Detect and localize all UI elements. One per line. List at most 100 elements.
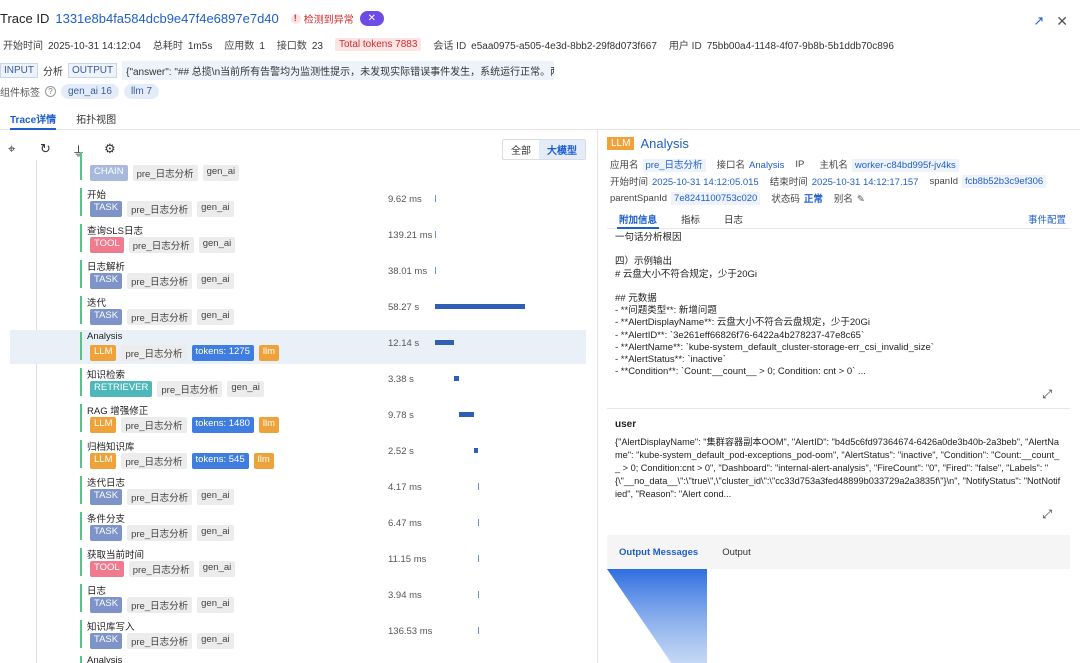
span-name: RAG 增强修正 <box>87 406 149 417</box>
span-name: 迭代 <box>87 298 107 309</box>
edit-pencil-icon[interactable]: ✎ <box>857 194 865 205</box>
span-row[interactable]: RAG 增强修正 LLM pre_日志分析 tokens: 1480 llm 9.78 s <box>10 402 586 436</box>
input-text[interactable]: 分析 <box>43 63 63 78</box>
output-text[interactable]: {"answer": "## 总揽\n当前所有告警均为监测性提示，未发现实际错误… <box>122 61 555 80</box>
meta-session: 会话 ID e5aa0975-a505-4e3d-8bb2-29f8d073f66… <box>433 41 657 52</box>
trace-header: Trace ID 1331e8b4fa584dcb9e47f4e6897e7d4… <box>0 0 1080 130</box>
tab-output-messages[interactable]: Output Messages <box>607 547 710 558</box>
span-duration: 3.94 ms <box>388 590 422 601</box>
open-external-icon[interactable]: ↗ <box>1033 13 1044 30</box>
span-row[interactable]: 知识库写入 TASK pre_日志分析 gen_ai 136.53 ms <box>10 618 586 652</box>
span-row[interactable]: 条件分支 TASK pre_日志分析 gen_ai 6.47 ms <box>10 510 586 544</box>
help-icon[interactable]: ? <box>45 86 56 97</box>
span-id-value[interactable]: fcb8b52b3c9ef306 <box>962 174 1047 188</box>
user-message-panel: user {"AlertDisplayName": "集群容器副本OOM", "… <box>607 419 1070 527</box>
close-icon[interactable]: ✕ <box>1056 13 1068 30</box>
span-tag: gen_ai <box>197 525 234 541</box>
span-duration: 6.47 ms <box>388 518 422 529</box>
ai-diagnose-icon[interactable]: ✕ <box>359 11 384 26</box>
span-tag: pre_日志分析 <box>132 165 198 181</box>
span-duration: 3.38 s <box>388 374 414 385</box>
meta-api-count: 接口数 23 <box>276 41 323 52</box>
span-duration: 12.14 s <box>388 338 420 349</box>
span-tags: LLM pre_日志分析 tokens: 1275 llm <box>90 345 280 361</box>
span-tag: pre_日志分析 <box>157 381 223 397</box>
span-tag: LLM <box>90 345 117 361</box>
label-pill-llm[interactable]: llm 7 <box>123 84 160 99</box>
tab-logs[interactable]: 日志 <box>712 209 755 228</box>
gantt-tick <box>478 555 479 562</box>
span-tag: pre_日志分析 <box>128 561 194 577</box>
span-tag: gen_ai <box>197 633 234 649</box>
tab-output[interactable]: Output <box>710 547 763 558</box>
span-tree-panel: ⌖ ↻ ⏚ ⚙ 全部 大模型 CHAIN pre_日志分析 gen_ai 开始 TASK… <box>0 130 597 663</box>
span-depth-marker <box>80 368 82 396</box>
loading-overlay-shape <box>607 569 1070 663</box>
span-row[interactable]: 日志 TASK pre_日志分析 gen_ai 3.94 ms <box>10 582 586 616</box>
parent-span-id-value[interactable]: 7e8241100753c020 <box>671 191 761 205</box>
span-name: 迭代日志 <box>87 478 126 489</box>
tab-extra-info[interactable]: 附加信息 <box>607 209 669 229</box>
span-tag: tokens: 1480 <box>191 417 254 433</box>
span-tag: pre_日志分析 <box>121 417 187 433</box>
span-depth-marker <box>80 260 82 288</box>
gantt-bar <box>435 304 525 309</box>
anomaly-indicator[interactable]: 检测到异常 <box>290 11 354 26</box>
gantt-bar <box>474 448 478 453</box>
span-tag: gen_ai <box>197 489 234 505</box>
meta-user: 用户 ID 75bb00a4-1148-4f07-9b8b-5b1ddb70c89… <box>668 41 894 52</box>
trace-id-label: Trace ID <box>0 11 50 26</box>
window-actions: ↗ ✕ <box>1033 13 1068 30</box>
app-name-value[interactable]: pre_日志分析 <box>642 159 706 172</box>
gantt-bar <box>459 412 474 417</box>
span-tags: TASK pre_日志分析 gen_ai <box>90 525 234 541</box>
tab-topology[interactable]: 拓扑视图 <box>66 107 126 129</box>
tab-trace-detail[interactable]: Trace详情 <box>0 107 66 130</box>
span-type-badge: LLM <box>607 137 635 150</box>
anomaly-text: 检测到异常 <box>303 15 354 26</box>
system-prompt-panel: 一句话分析根因 四）示例输出 # 云盘大小不符合规定，少于20Gi ## 元数据 - *… <box>607 229 1070 409</box>
alert-icon <box>290 13 301 24</box>
span-tag: gen_ai <box>202 165 240 181</box>
span-depth-marker <box>80 476 82 504</box>
span-name: 知识库写入 <box>87 622 135 633</box>
expand-icon[interactable]: ⤢ <box>1042 507 1052 522</box>
span-row[interactable]: 获取当前时间 TOOL pre_日志分析 gen_ai 11.15 ms <box>10 546 586 580</box>
span-end-value: 2025-10-31 14:12:17.157 <box>811 177 919 188</box>
span-row[interactable]: Analysis18.46 s <box>10 654 586 663</box>
span-tag: pre_日志分析 <box>121 453 187 469</box>
span-tag: gen_ai <box>197 597 234 613</box>
gantt-tick <box>435 195 436 202</box>
tab-metrics[interactable]: 指标 <box>669 209 712 228</box>
span-row[interactable]: 知识检索 RETRIEVER pre_日志分析 gen_ai 3.38 s <box>10 366 586 400</box>
span-row[interactable]: 开始 TASK pre_日志分析 gen_ai 9.62 ms <box>10 186 586 220</box>
span-depth-marker <box>80 584 82 612</box>
event-config-link[interactable]: 事件配置 <box>1028 212 1066 226</box>
expand-icon[interactable]: ⤢ <box>1042 387 1052 402</box>
status-code-value: 正常 <box>803 194 823 205</box>
trace-id-value[interactable]: 1331e8b4fa584dcb9e47f4e6897e7d40 <box>55 11 278 26</box>
span-depth-marker <box>80 188 82 216</box>
span-row[interactable]: CHAIN pre_日志分析 gen_ai <box>10 150 586 184</box>
gantt-bar <box>435 340 454 345</box>
span-tag: TASK <box>90 525 123 541</box>
label-pill-gen-ai[interactable]: gen_ai 16 <box>61 84 119 99</box>
span-row[interactable]: 日志解析 TASK pre_日志分析 gen_ai 38.01 ms <box>10 258 586 292</box>
api-name-value[interactable]: Analysis <box>749 160 784 171</box>
prompt-line: 一句话分析根因 <box>615 232 682 243</box>
host-name-value[interactable]: worker-c84bd995f-jv4ks <box>851 159 959 172</box>
span-tag: TASK <box>90 309 123 325</box>
user-title: user <box>615 419 637 430</box>
span-row[interactable]: 归档知识库 LLM pre_日志分析 tokens: 545 llm 2.52 s <box>10 438 586 472</box>
span-row[interactable]: Analysis LLM pre_日志分析 tokens: 1275 llm 12.14 … <box>10 330 586 364</box>
span-tags: TASK pre_日志分析 gen_ai <box>90 489 234 505</box>
span-tag: TASK <box>90 489 123 505</box>
prompt-line: ## 元数据 <box>615 292 657 304</box>
span-row[interactable]: 迭代 TASK pre_日志分析 gen_ai 58.27 s <box>10 294 586 328</box>
span-row[interactable]: 查询SLS日志 TOOL pre_日志分析 gen_ai 139.21 ms <box>10 222 586 256</box>
span-row[interactable]: 迭代日志 TASK pre_日志分析 gen_ai 4.17 ms <box>10 474 586 508</box>
gantt-tick <box>478 591 479 598</box>
span-tag: pre_日志分析 <box>127 633 193 649</box>
span-duration: 2.52 s <box>388 446 414 457</box>
span-name: Analysis <box>87 655 123 663</box>
